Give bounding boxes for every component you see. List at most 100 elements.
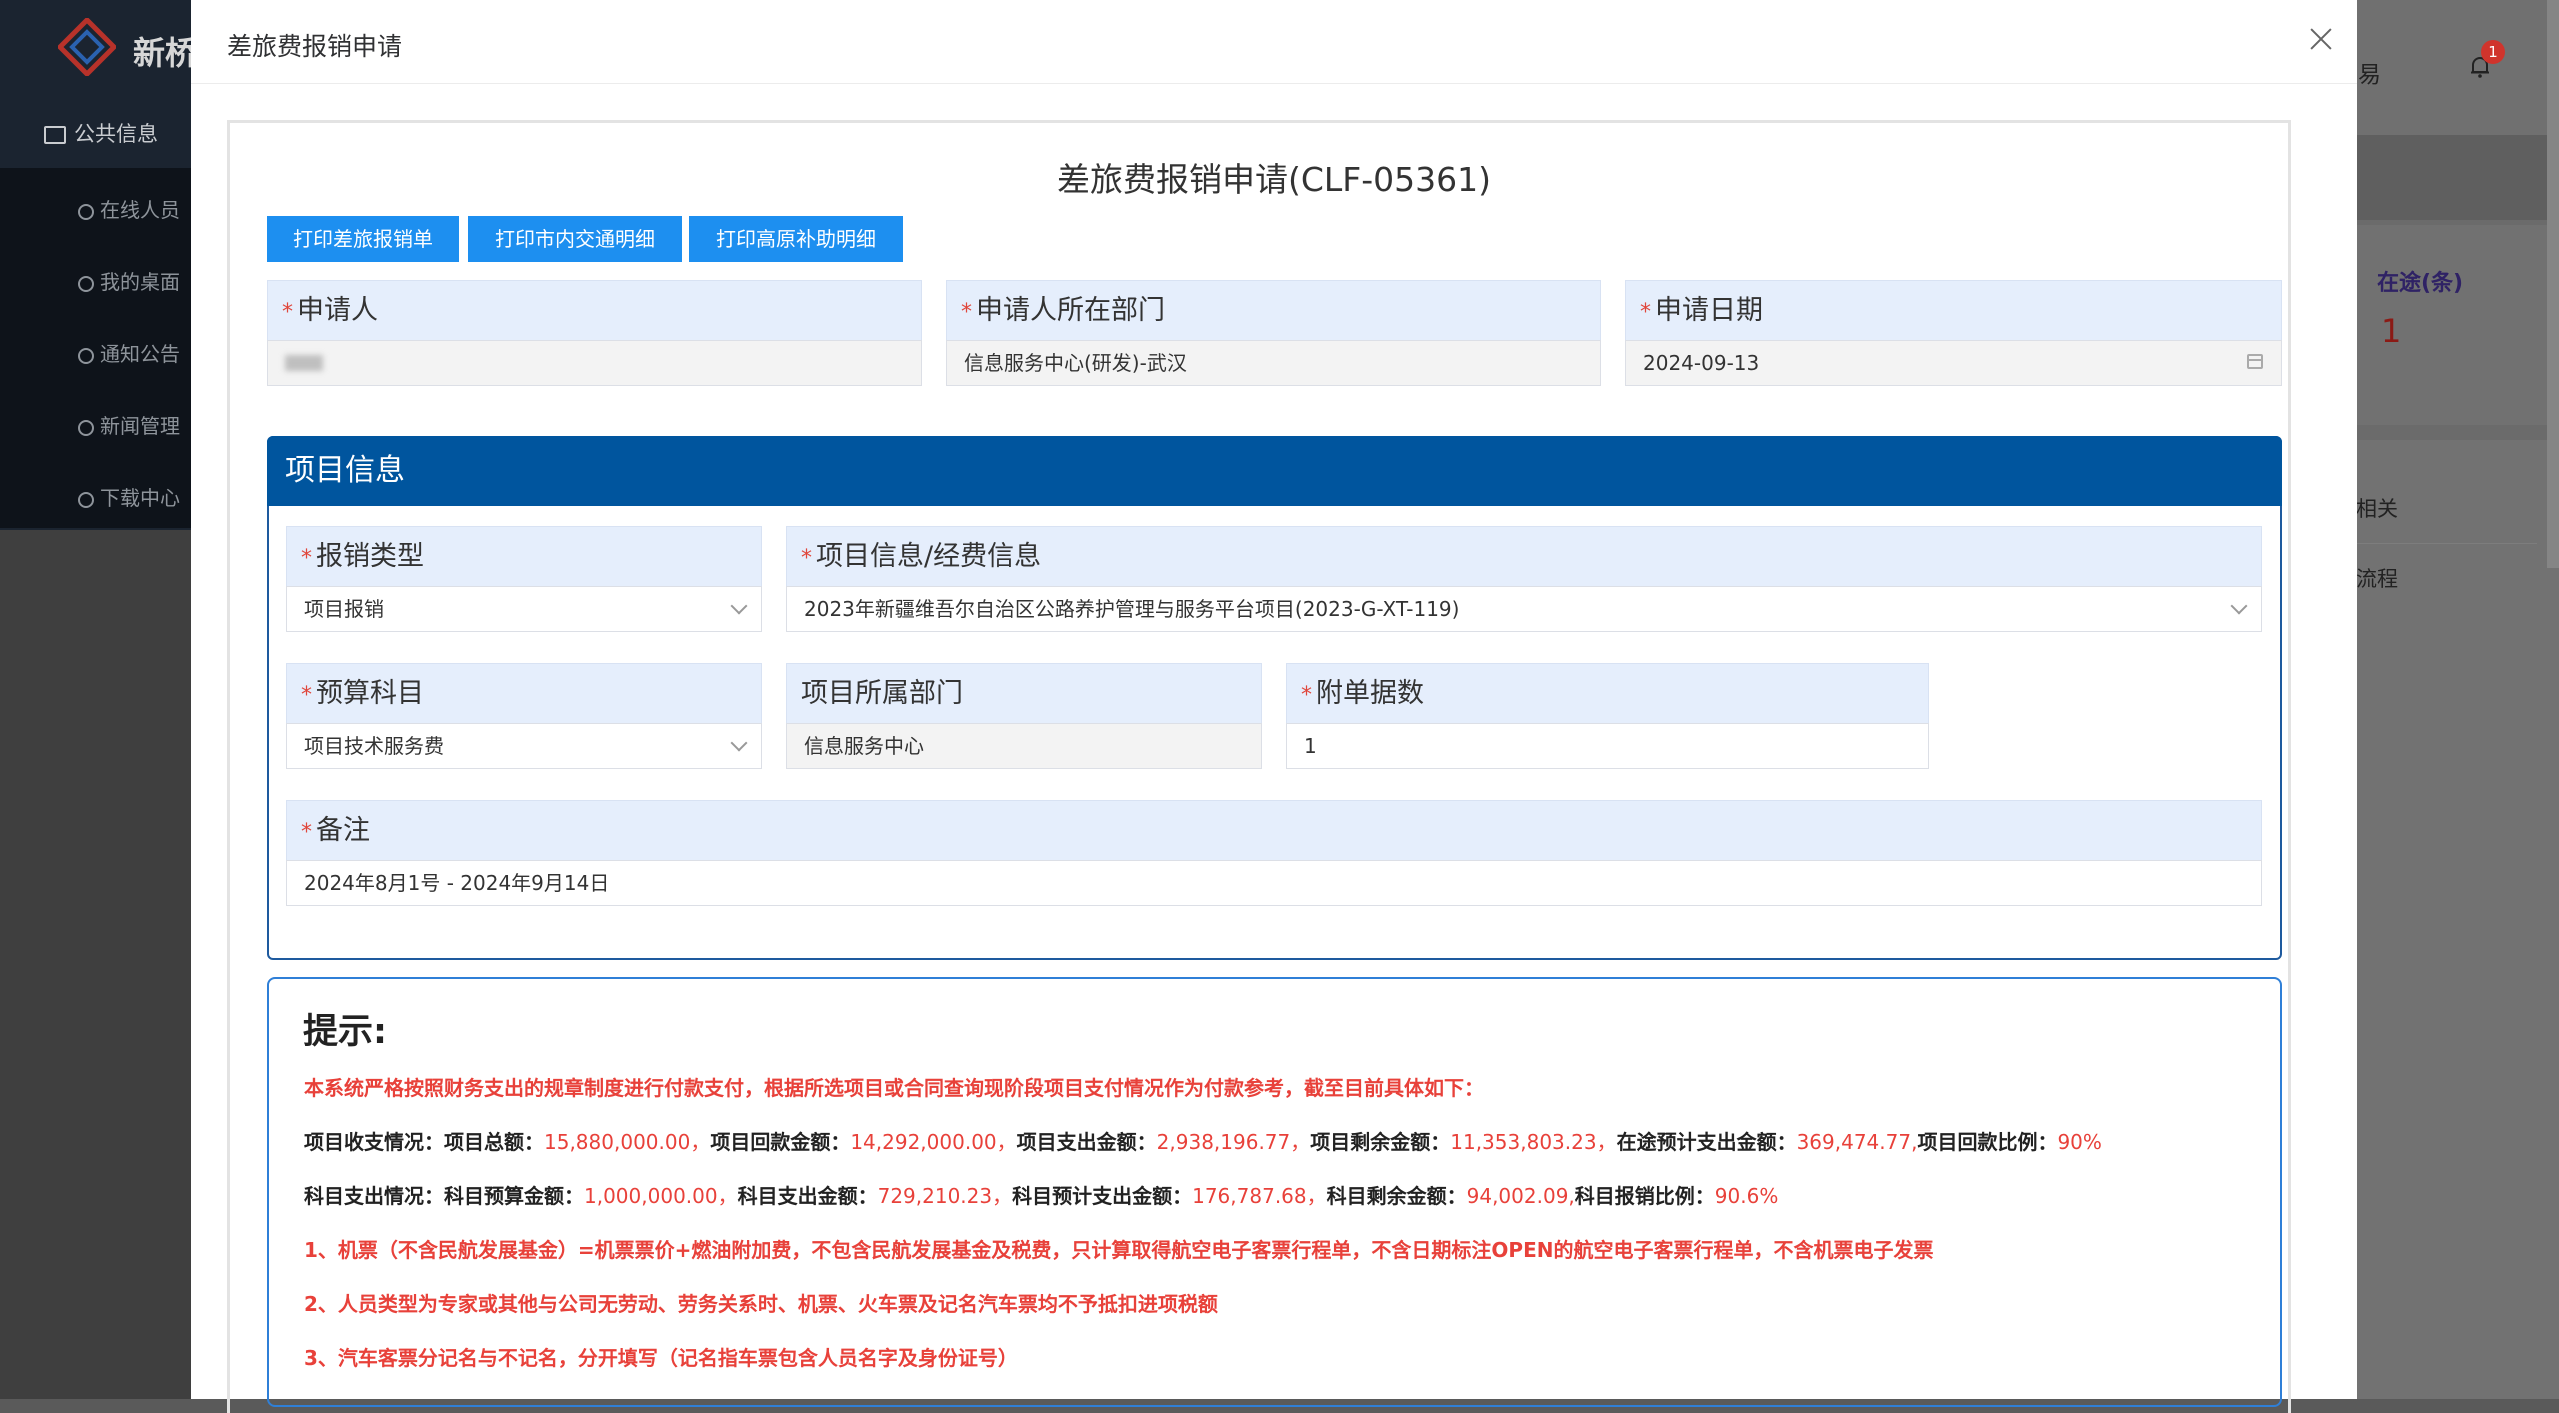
project-info-select[interactable]: 2023年新疆维吾尔自治区公路养护管理与服务平台项目(2023-G-XT-119… bbox=[786, 586, 2262, 632]
attachments-input[interactable]: 1 bbox=[1286, 723, 1929, 769]
apply-date-value: 2024-09-13 bbox=[1643, 351, 1760, 375]
menu-item-my-desktop[interactable]: 我的桌面 bbox=[78, 266, 180, 295]
attachments-label: 附单据数 bbox=[1316, 678, 1424, 709]
department-label-row: * 申请人所在部门 bbox=[946, 280, 1601, 340]
circle-icon bbox=[78, 419, 94, 436]
menu-item-online-users[interactable]: 在线人员 bbox=[78, 194, 180, 223]
summary-label: 科目预算金额： bbox=[444, 1184, 584, 1208]
project-info-value: 2023年新疆维吾尔自治区公路养护管理与服务平台项目(2023-G-XT-119… bbox=[804, 597, 1460, 621]
required-mark: * bbox=[301, 683, 312, 708]
project-info-label-row: * 项目信息/经费信息 bbox=[786, 526, 2262, 586]
budget-subject-field: * 预算科目 项目技术服务费 bbox=[286, 663, 762, 769]
background-sidebar-lower bbox=[0, 530, 192, 1399]
project-remain-value: 11,353,803.23， bbox=[1450, 1130, 1617, 1154]
menu-item-news[interactable]: 新闻管理 bbox=[78, 410, 180, 439]
background-header bbox=[2357, 0, 2559, 135]
background-toolbar bbox=[2357, 135, 2559, 220]
notification-badge: 1 bbox=[2481, 40, 2505, 64]
summary-head: 科目支出情况： bbox=[304, 1184, 444, 1208]
apply-date-label-row: * 申请日期 bbox=[1625, 280, 2282, 340]
onway-count[interactable]: 1 bbox=[2381, 312, 2401, 350]
apply-date-field: * 申请日期 2024-09-13 bbox=[1625, 280, 2282, 386]
menu-item-label: 新闻管理 bbox=[100, 414, 180, 438]
menu-group-public-info[interactable]: 公共信息 bbox=[44, 118, 158, 148]
summary-label: 项目回款金额： bbox=[710, 1130, 851, 1154]
reimburse-type-select[interactable]: 项目报销 bbox=[286, 586, 762, 632]
dialog-header: 差旅费报销申请 bbox=[191, 0, 2357, 84]
subject-ratio-value: 90.6% bbox=[1714, 1184, 1779, 1208]
project-returned-value: 14,292,000.00， bbox=[850, 1130, 1017, 1154]
reimburse-type-label: 报销类型 bbox=[316, 541, 424, 572]
menu-item-notices[interactable]: 通知公告 bbox=[78, 338, 180, 367]
apply-date-label: 申请日期 bbox=[1655, 295, 1763, 326]
subject-summary-line: 科目支出情况：科目预算金额：1,000,000.00，科目支出金额：729,21… bbox=[304, 1180, 1778, 1209]
summary-head: 项目收支情况： bbox=[304, 1130, 444, 1154]
list-item-related[interactable]: 相关 bbox=[2356, 493, 2398, 523]
rule-item: 2、人员类型为专家或其他与公司无劳动、劳务关系时、机票、火车票及记名汽车票均不予… bbox=[304, 1292, 1218, 1316]
department-input[interactable]: 信息服务中心(研发)-武汉 bbox=[946, 340, 1601, 386]
list-item-process[interactable]: 流程 bbox=[2356, 563, 2398, 593]
menu-item-label: 在线人员 bbox=[100, 198, 180, 222]
subject-budget-value: 1,000,000.00， bbox=[584, 1184, 738, 1208]
project-section-title: 项目信息 bbox=[267, 436, 2282, 506]
remark-label-row: * 备注 bbox=[286, 800, 2262, 860]
required-mark: * bbox=[801, 546, 812, 571]
monitor-icon bbox=[44, 126, 66, 144]
summary-label: 科目报销比例： bbox=[1574, 1184, 1715, 1208]
page-scrollbar[interactable] bbox=[2547, 0, 2559, 568]
menu-item-label: 通知公告 bbox=[100, 342, 180, 366]
remark-label: 备注 bbox=[316, 815, 370, 846]
dialog-title: 差旅费报销申请 bbox=[227, 32, 403, 61]
required-mark: * bbox=[301, 546, 312, 571]
project-ratio-value: 90% bbox=[2057, 1130, 2102, 1154]
summary-label: 项目回款比例： bbox=[1917, 1130, 2058, 1154]
required-mark: * bbox=[1640, 300, 1651, 325]
summary-label: 项目总额： bbox=[444, 1130, 544, 1154]
project-spent-value: 2,938,196.77， bbox=[1156, 1130, 1311, 1154]
menu-item-downloads[interactable]: 下载中心 bbox=[78, 482, 180, 511]
brand-name: 新桥 bbox=[133, 34, 198, 72]
calendar-icon[interactable] bbox=[2247, 354, 2263, 369]
divider bbox=[2357, 543, 2537, 544]
apply-date-input[interactable]: 2024-09-13 bbox=[1625, 340, 2282, 386]
summary-label: 科目剩余金额： bbox=[1326, 1184, 1467, 1208]
tips-intro: 本系统严格按照财务支出的规章制度进行付款支付，根据所选项目或合同查询现阶段项目支… bbox=[304, 1076, 1484, 1100]
department-field: * 申请人所在部门 信息服务中心(研发)-武汉 bbox=[946, 280, 1601, 386]
project-onway-value: 369,474.77, bbox=[1796, 1130, 1918, 1154]
print-travel-button[interactable]: 打印差旅报销单 bbox=[267, 216, 459, 262]
project-info-label: 项目信息/经费信息 bbox=[816, 541, 1042, 572]
budget-subject-label-row: * 预算科目 bbox=[286, 663, 762, 723]
summary-label: 科目预计支出金额： bbox=[1012, 1184, 1193, 1208]
department-label: 申请人所在部门 bbox=[976, 295, 1165, 326]
budget-subject-select[interactable]: 项目技术服务费 bbox=[286, 723, 762, 769]
close-icon[interactable] bbox=[2304, 22, 2338, 56]
reimburse-type-field: * 报销类型 项目报销 bbox=[286, 526, 762, 632]
chevron-down-icon bbox=[730, 597, 748, 615]
project-dept-label: 项目所属部门 bbox=[786, 663, 1262, 723]
chevron-down-icon bbox=[2230, 597, 2248, 615]
redacted-name bbox=[285, 354, 323, 371]
print-plateau-allowance-button[interactable]: 打印高原补助明细 bbox=[689, 216, 903, 262]
required-mark: * bbox=[301, 820, 312, 845]
applicant-input[interactable] bbox=[267, 340, 922, 386]
required-mark: * bbox=[961, 300, 972, 325]
subject-expected-value: 176,787.68， bbox=[1192, 1184, 1327, 1208]
remark-input[interactable]: 2024年8月1号 - 2024年9月14日 bbox=[286, 860, 2262, 906]
rule-item: 1、机票（不含民航发展基金）=机票票价+燃油附加费，不包含民航发展基金及税费，只… bbox=[304, 1238, 1934, 1262]
reimburse-type-label-row: * 报销类型 bbox=[286, 526, 762, 586]
attachments-field: * 附单据数 1 bbox=[1286, 663, 1929, 769]
applicant-field: * 申请人 bbox=[267, 280, 922, 386]
project-total-value: 15,880,000.00， bbox=[544, 1130, 711, 1154]
subject-spent-value: 729,210.23， bbox=[877, 1184, 1013, 1208]
summary-label: 项目支出金额： bbox=[1016, 1130, 1157, 1154]
project-info-field: * 项目信息/经费信息 2023年新疆维吾尔自治区公路养护管理与服务平台项目(20… bbox=[786, 526, 2262, 632]
logo-icon bbox=[58, 18, 116, 76]
attachments-label-row: * 附单据数 bbox=[1286, 663, 1929, 723]
summary-label: 科目支出金额： bbox=[737, 1184, 878, 1208]
print-city-transport-button[interactable]: 打印市内交通明细 bbox=[468, 216, 682, 262]
summary-label: 项目剩余金额： bbox=[1310, 1130, 1451, 1154]
project-dept-input[interactable]: 信息服务中心 bbox=[786, 723, 1262, 769]
required-mark: * bbox=[1301, 683, 1312, 708]
onway-label: 在途(条) bbox=[2377, 271, 2464, 296]
budget-subject-label: 预算科目 bbox=[316, 678, 424, 709]
